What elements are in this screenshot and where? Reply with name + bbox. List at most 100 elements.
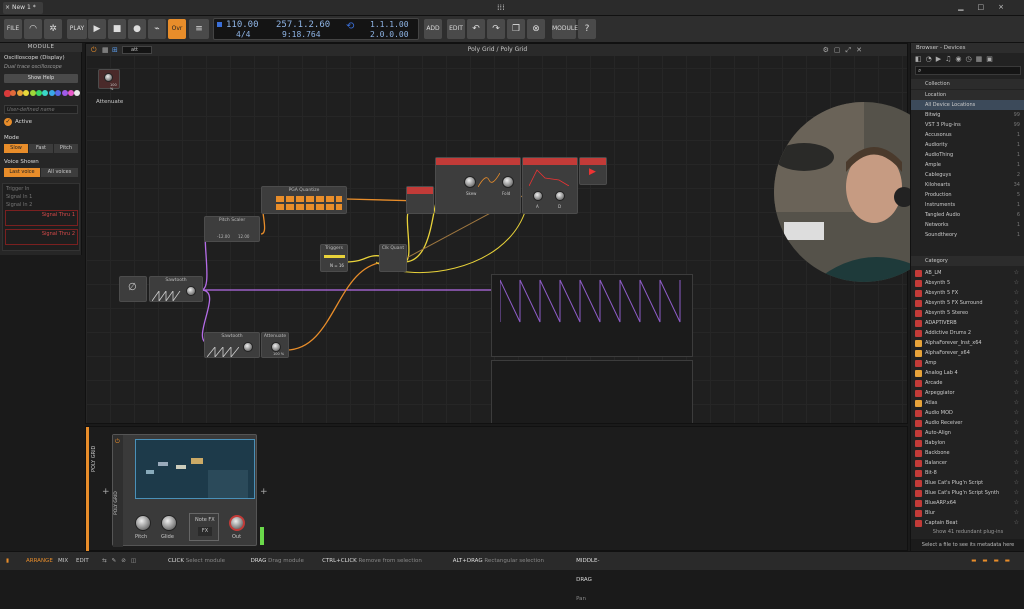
device-grid-preview[interactable] <box>135 439 255 499</box>
color-swatch[interactable] <box>29 90 36 96</box>
location-item[interactable]: Networks 1 <box>911 220 1024 230</box>
browser-tab-icons[interactable]: ◧◔▶♫◉◷▦▣ <box>915 55 1021 63</box>
help-button[interactable]: ? <box>578 19 596 39</box>
star-icon[interactable]: ☆ <box>1014 358 1019 368</box>
location-item[interactable]: All Device Locations <box>911 100 1024 110</box>
device-item[interactable]: Arcade ☆ <box>911 378 1024 388</box>
overdub-button[interactable]: Ovr <box>168 19 186 39</box>
loop-icon[interactable]: ⟲ <box>346 21 354 32</box>
adsr-module[interactable]: A D <box>522 157 578 214</box>
show-help-button[interactable]: Show Help <box>4 74 78 83</box>
pitch-scaler-module[interactable]: Pitch Scaler -12.00 12.00 <box>204 216 260 242</box>
mode-slow[interactable]: Slow <box>4 144 28 153</box>
device-item[interactable]: AB_LM ☆ <box>911 268 1024 278</box>
poly-grid-device[interactable]: ⏻ POLY GRID Pitch Glide Note FX FX Out <box>112 434 257 547</box>
color-swatches[interactable] <box>4 90 81 98</box>
redundant-plugins-link[interactable]: Show 41 redundant plug-ins <box>911 527 1024 537</box>
color-swatch[interactable] <box>10 90 17 96</box>
device-item[interactable]: Absynth 5 FX Surround ☆ <box>911 298 1024 308</box>
device-item[interactable]: Bit-8 ☆ <box>911 468 1024 478</box>
location-item[interactable]: Ample 1 <box>911 160 1024 170</box>
voice-all[interactable]: All voices <box>41 168 78 177</box>
device-item[interactable]: Atlas ☆ <box>911 398 1024 408</box>
red-module[interactable] <box>406 186 434 214</box>
star-icon[interactable]: ☆ <box>1014 308 1019 318</box>
glide-knob[interactable] <box>161 515 177 531</box>
device-item[interactable]: AlphaForever_x64 ☆ <box>911 348 1024 358</box>
voice-last[interactable]: Last voice <box>4 168 40 177</box>
star-icon[interactable]: ☆ <box>1014 448 1019 458</box>
device-item[interactable]: Balancer ☆ <box>911 458 1024 468</box>
file-button[interactable]: FILE <box>4 19 22 39</box>
device-item[interactable]: Absynth 5 Stereo ☆ <box>911 308 1024 318</box>
maximize-icon[interactable]: □ <box>978 3 999 11</box>
device-item[interactable]: Arpeggiator ☆ <box>911 388 1024 398</box>
device-item[interactable]: Blur ☆ <box>911 508 1024 518</box>
star-icon[interactable]: ☆ <box>1014 388 1019 398</box>
device-item[interactable]: Analog Lab 4 ☆ <box>911 368 1024 378</box>
device-item[interactable]: Absynth 5 FX ☆ <box>911 288 1024 298</box>
device-item[interactable]: Amp ☆ <box>911 358 1024 368</box>
star-icon[interactable]: ☆ <box>1014 328 1019 338</box>
sawtooth-2-module[interactable]: Sawtooth <box>204 332 260 358</box>
star-icon[interactable]: ☆ <box>1014 408 1019 418</box>
device-item[interactable]: BlueARP.x64 ☆ <box>911 498 1024 508</box>
output-module[interactable]: ▶ <box>579 157 607 185</box>
signal-thru-2-slot[interactable]: Signal Thru 2 <box>5 229 78 245</box>
color-swatch[interactable] <box>48 90 55 96</box>
play-menu-button[interactable]: PLAY <box>67 19 87 39</box>
close-window-icon[interactable]: × <box>998 3 1018 11</box>
adsr-a-knob[interactable] <box>533 191 543 201</box>
module-button[interactable]: MODULE <box>552 19 578 39</box>
signal-thru-1-slot[interactable]: Signal Thru 1 <box>5 210 78 226</box>
record-button[interactable]: ● <box>128 19 146 39</box>
mode-fast[interactable]: Fast <box>29 144 53 153</box>
device-item[interactable]: Addictive Drums 2 ☆ <box>911 328 1024 338</box>
phase-module[interactable]: ∅ <box>119 276 147 302</box>
note-fx-slot[interactable]: Note FX FX <box>189 513 219 541</box>
pitch-knob[interactable] <box>135 515 151 531</box>
fx-label[interactable]: FX <box>198 527 212 536</box>
play-button[interactable]: ▶ <box>88 19 106 39</box>
add-device-after-icon[interactable]: + <box>260 487 268 497</box>
adsr-d-knob[interactable] <box>555 191 565 201</box>
category-section[interactable]: Category <box>911 256 1024 266</box>
transport-display[interactable]: 110.00 4/4 257.1.2.60 9:18.764 ⟲ 1.1.1.0… <box>213 18 419 40</box>
star-icon[interactable]: ☆ <box>1014 468 1019 478</box>
window-controls[interactable]: ▁□× <box>958 3 1018 11</box>
star-icon[interactable]: ☆ <box>1014 478 1019 488</box>
oscilloscope-1[interactable] <box>491 274 693 357</box>
star-icon[interactable]: ☆ <box>1014 458 1019 468</box>
star-icon[interactable]: ☆ <box>1014 488 1019 498</box>
star-icon[interactable]: ☆ <box>1014 318 1019 328</box>
sawtooth-2-knob[interactable] <box>243 342 253 352</box>
star-icon[interactable]: ☆ <box>1014 278 1019 288</box>
device-item[interactable]: Audio Receiver ☆ <box>911 418 1024 428</box>
device-item[interactable]: ADAPTIVERB ☆ <box>911 318 1024 328</box>
star-icon[interactable]: ☆ <box>1014 428 1019 438</box>
color-swatch[interactable] <box>36 90 42 96</box>
device-item[interactable]: Backbone ☆ <box>911 448 1024 458</box>
location-item[interactable]: Accusonus 1 <box>911 130 1024 140</box>
copy-button[interactable]: ❐ <box>507 19 525 39</box>
device-item[interactable]: Blue Cat's Plug'n Script ☆ <box>911 478 1024 488</box>
device-item[interactable]: Auto-Align ☆ <box>911 428 1024 438</box>
star-icon[interactable]: ☆ <box>1014 368 1019 378</box>
undo-button[interactable]: ↶ <box>467 19 485 39</box>
location-item[interactable]: Soundtheory 1 <box>911 230 1024 240</box>
mode-pitch[interactable]: Pitch <box>54 144 78 153</box>
device-item[interactable]: Absynth 5 ☆ <box>911 278 1024 288</box>
star-icon[interactable]: ☆ <box>1014 418 1019 428</box>
location-item[interactable]: Instruments 1 <box>911 200 1024 210</box>
attenuate-2-module[interactable]: Attenuate 100 % <box>261 332 289 358</box>
color-swatch[interactable] <box>55 90 62 96</box>
device-power-icon[interactable]: ⏻ <box>115 438 120 446</box>
groove-button[interactable]: ≡ <box>189 19 209 39</box>
star-icon[interactable]: ☆ <box>1014 348 1019 358</box>
time-signature[interactable]: 4/4 <box>236 30 250 39</box>
star-icon[interactable]: ☆ <box>1014 398 1019 408</box>
color-swatch[interactable] <box>23 90 30 96</box>
position-bars[interactable]: 257.1.2.60 <box>276 20 330 30</box>
arrange-tab[interactable]: ARRANGE <box>26 552 53 571</box>
star-icon[interactable]: ☆ <box>1014 508 1019 518</box>
